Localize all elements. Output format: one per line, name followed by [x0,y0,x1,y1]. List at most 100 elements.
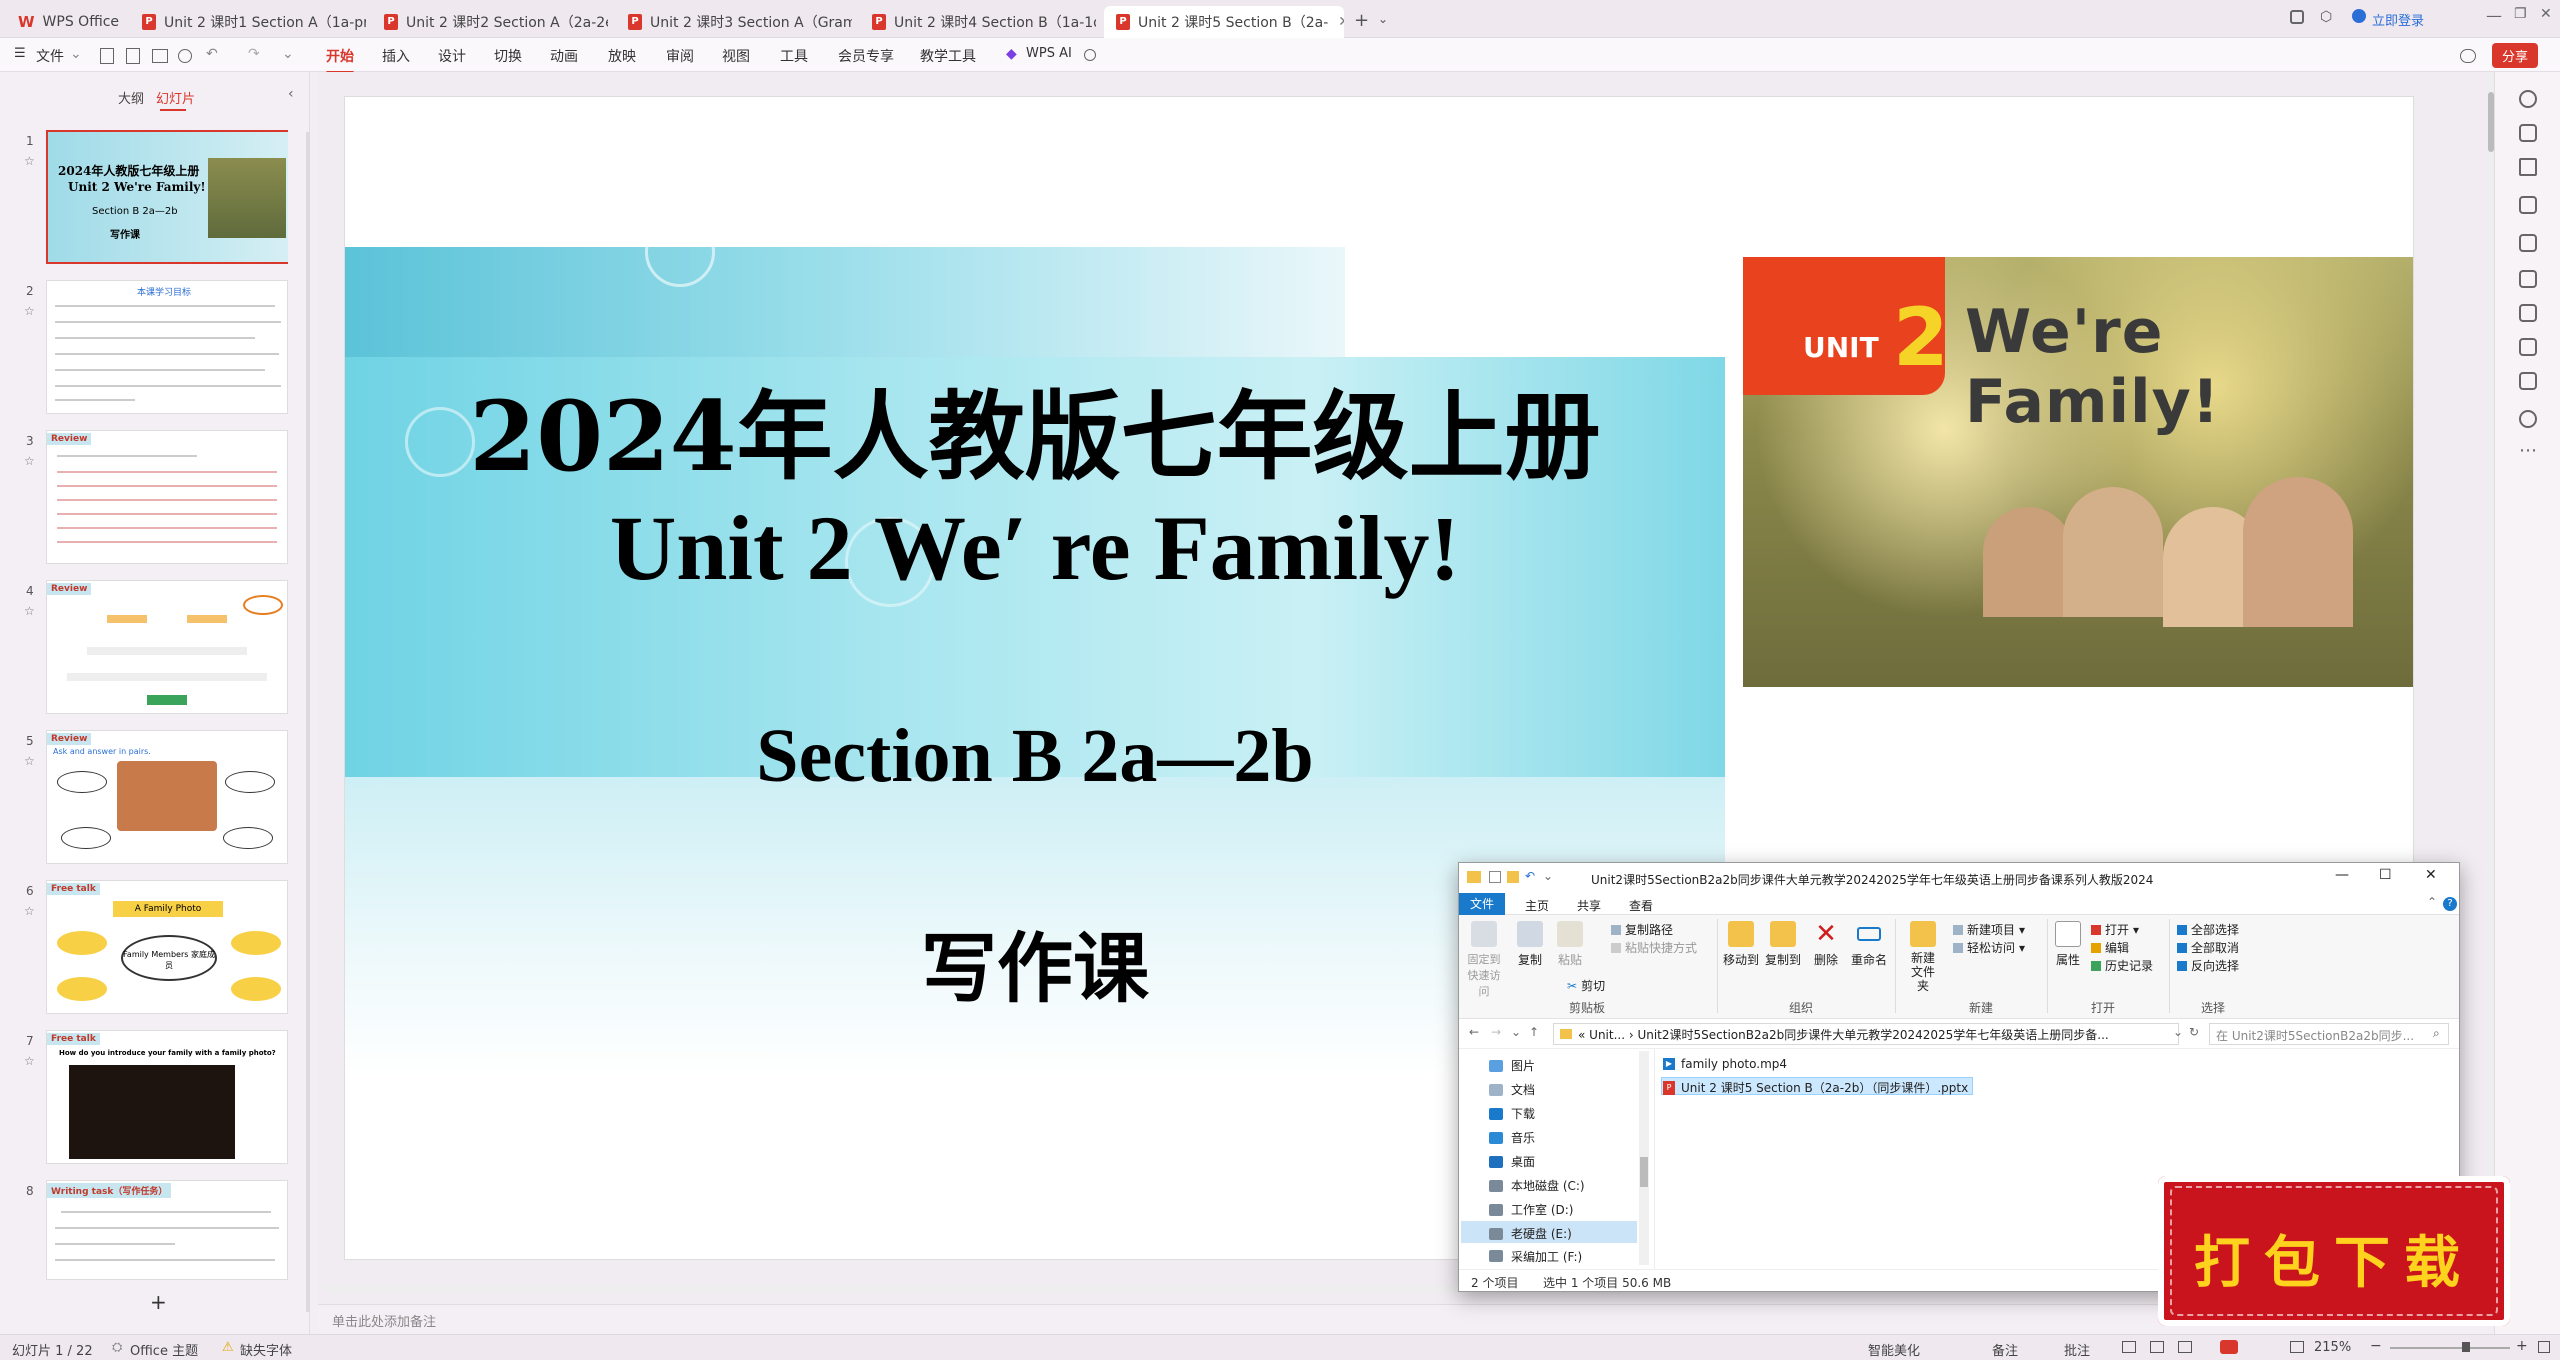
tab-doc-1[interactable]: P Unit 2 课时1 Section A（1a-pronun [130,6,366,38]
ribbon-tab-slideshow[interactable]: 放映 [608,46,636,66]
minimize-icon[interactable]: — [2335,867,2349,883]
zoom-slider-handle[interactable] [2462,1342,2470,1352]
adjust-icon[interactable] [2519,124,2537,142]
reading-view-icon[interactable] [2178,1341,2192,1353]
undo-icon[interactable]: ↶ [206,46,218,62]
slide-title-line1[interactable]: 2024年人教版七年级上册 [345,359,1725,498]
thumb-slide-6[interactable]: Free talk A Family Photo Family Members … [46,880,288,1014]
forward-icon[interactable]: → [1491,1025,1501,1039]
plus-icon[interactable]: + [150,1290,167,1314]
ribbon-tab-review[interactable]: 审阅 [666,46,694,66]
star-icon[interactable]: ☆ [24,154,35,168]
star-icon[interactable]: ☆ [24,754,35,768]
edit-button[interactable]: 编辑 [2091,939,2129,956]
minimize-icon[interactable]: — [2486,6,2502,25]
copy-path-button[interactable]: 复制路径 [1611,921,1673,938]
wps-ai-button[interactable]: WPS AI [1026,46,1072,61]
file-row[interactable]: ▶ family photo.mp4 [1663,1057,1787,1071]
thumb-scrollbar[interactable] [306,132,310,1312]
sidebar-item-drive-c[interactable]: 本地磁盘 (C:) [1489,1177,1585,1194]
file-row[interactable]: P Unit 2 课时5 Section B（2a-2b）（同步课件）.pptx [1663,1079,1968,1096]
redo-icon[interactable]: ↷ [248,46,260,62]
star-tool-icon[interactable] [2519,158,2537,176]
theme-name[interactable]: Office 主题 [130,1340,198,1359]
help-icon[interactable] [2519,410,2537,428]
easy-access-button[interactable]: 轻松访问 ▾ [1953,939,2025,956]
explorer-tab-view[interactable]: 查看 [1629,897,1653,914]
close-icon[interactable]: ✕ [2425,867,2437,883]
sorter-view-icon[interactable] [2150,1341,2164,1353]
explorer-tab-home[interactable]: 主页 [1525,897,1549,914]
star-icon[interactable]: ☆ [24,454,35,468]
missing-font[interactable]: 缺失字体 [240,1340,292,1359]
thumb-slide-7[interactable]: Free talk How do you introduce your fami… [46,1030,288,1164]
more-icon[interactable]: ⋯ [2519,440,2537,461]
ribbon-tab-transition[interactable]: 切换 [494,46,522,66]
slide-title-line2[interactable]: Unit 2 We′ re Family! [345,495,1725,601]
address-chevron-icon[interactable]: ⌄ [2173,1025,2183,1039]
ribbon-tab-view[interactable]: 视图 [722,46,750,66]
preview-icon[interactable] [178,49,192,63]
download-badge[interactable]: 打包下载 [2158,1176,2510,1326]
slides-tab[interactable]: 幻灯片 [156,88,195,107]
export-icon[interactable] [126,48,140,64]
up-icon[interactable]: ↑ [1529,1025,1539,1039]
recent-chevron-icon[interactable]: ⌄ [1511,1025,1521,1039]
avatar[interactable] [2352,9,2366,23]
tab-wps-home[interactable]: W WPS Office [6,6,126,38]
delete-button[interactable]: ✕ 删除 [1811,921,1841,968]
image-icon[interactable] [2519,234,2537,252]
ribbon-tab-tools[interactable]: 工具 [780,46,808,66]
ribbon-collapse-chevron-icon[interactable]: ⌃ [2427,895,2437,909]
layers-icon[interactable] [2519,196,2537,214]
zoom-level[interactable]: 215% [2314,1340,2351,1355]
copy-to-button[interactable]: 复制到 [1763,921,1803,968]
notes-toggle[interactable]: 备注 [1992,1340,2018,1359]
comments-toggle[interactable]: 批注 [2064,1340,2090,1359]
star-icon[interactable]: ☆ [24,1054,35,1068]
chart-icon[interactable] [2519,338,2537,356]
zoom-out-icon[interactable]: − [2370,1338,2382,1354]
transition-icon[interactable] [2519,372,2537,390]
ribbon-tab-insert[interactable]: 插入 [382,46,410,66]
zoom-slider[interactable] [2390,1347,2510,1349]
sidebar-item-drive-e[interactable]: 老硬盘 (E:) [1489,1225,1572,1242]
print-icon[interactable] [152,49,168,63]
fit-icon[interactable] [2290,1341,2304,1353]
star-icon[interactable]: ☆ [24,904,35,918]
play-icon[interactable] [2220,1340,2238,1354]
file-chevron-icon[interactable]: ⌄ [70,46,82,62]
paste-button[interactable]: 粘贴 [1555,921,1585,968]
rename-button[interactable]: 重命名 [1849,921,1889,968]
properties-button[interactable]: 属性 [2053,921,2083,968]
thumb-slide-3[interactable]: Review [46,430,288,564]
fullscreen-icon[interactable] [2538,1341,2550,1353]
select-none-button[interactable]: 全部取消 [2177,939,2239,956]
paste-shortcut-button[interactable]: 粘贴快捷方式 [1611,939,1697,956]
move-to-button[interactable]: 移动到 [1721,921,1761,968]
help-icon[interactable]: ? [2443,897,2457,911]
tab-doc-4[interactable]: P Unit 2 课时4 Section B（1a-1d） [860,6,1096,38]
sidebar-item-music[interactable]: 音乐 [1489,1129,1535,1146]
save-icon[interactable] [100,48,114,64]
ribbon-tab-teaching[interactable]: 教学工具 [920,46,976,66]
cube-icon[interactable]: ⬡ [2320,9,2332,25]
sidebar-item-pictures[interactable]: 图片 [1489,1057,1535,1074]
sidebar-item-drive-f[interactable]: 采编加工 (F:) [1489,1249,1582,1263]
restore-icon[interactable]: ❐ [2514,6,2527,22]
customize-chevron-icon[interactable]: ⌄ [1543,869,1553,883]
quick-access-chevron-icon[interactable]: ⌄ [282,46,294,62]
new-folder-quick-icon[interactable] [1507,871,1519,883]
file-menu[interactable]: 文件 [36,46,64,66]
pin-quick-access-button[interactable]: 固定到快速访问 [1465,921,1503,999]
assistant-icon[interactable] [2519,90,2537,108]
sidebar-item-drive-d[interactable]: 工作室 (D:) [1489,1201,1573,1218]
thumb-slide-4[interactable]: Review [46,580,288,714]
window-layout-icon[interactable] [2290,10,2304,24]
history-button[interactable]: 历史记录 [2091,957,2153,974]
select-all-button[interactable]: 全部选择 [2177,921,2239,938]
ribbon-tab-animation[interactable]: 动画 [550,46,578,66]
slide-section[interactable]: Section B 2a—2b [345,713,1725,800]
sidebar-item-documents[interactable]: 文档 [1489,1081,1535,1098]
cloud-sync-icon[interactable] [2460,49,2476,63]
